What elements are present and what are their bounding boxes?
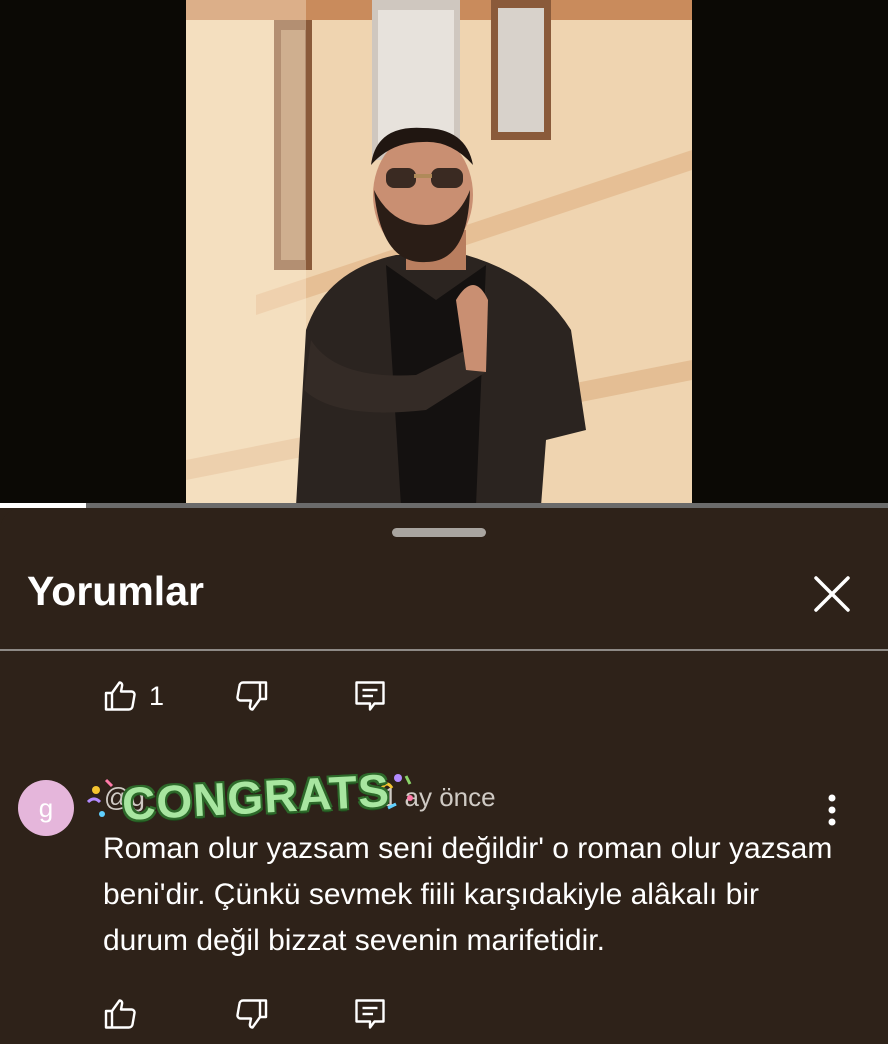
thumbs-up-icon [104,681,136,711]
thumbs-down-icon [236,999,268,1029]
comment-actions [0,994,888,1044]
previous-comment-actions: 1 [0,676,888,726]
video-thumbnail [186,0,692,506]
like-count: 1 [149,680,165,711]
close-icon [814,576,850,612]
reply-button[interactable] [352,994,388,1034]
drag-handle[interactable] [392,528,486,537]
header-divider [0,649,888,651]
reply-button[interactable] [352,676,388,716]
reply-icon [355,999,385,1029]
dislike-button[interactable] [233,994,269,1034]
sheet-title: Yorumlar [27,568,204,614]
like-button[interactable]: 1 [103,676,164,716]
reply-icon [355,681,385,711]
thumbnail-illustration [186,0,692,506]
comment-more-button[interactable] [818,790,846,830]
comment-text: Roman olur yazsam seni değildir' o roman… [103,832,833,957]
thumbs-down-icon [236,681,268,711]
dislike-button[interactable] [233,676,269,716]
comments-sheet: Yorumlar 1 g @g 1 ay önce CONGRATS Roman… [0,508,888,1029]
thumbs-up-icon [104,999,136,1029]
close-button[interactable] [810,572,854,616]
avatar[interactable]: g [18,780,74,836]
video-player[interactable] [0,0,888,508]
like-button[interactable] [103,994,139,1034]
more-vertical-icon [828,794,836,826]
